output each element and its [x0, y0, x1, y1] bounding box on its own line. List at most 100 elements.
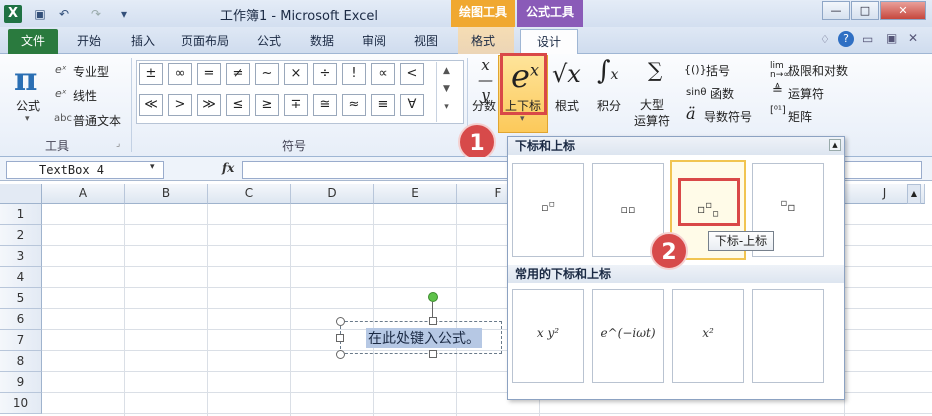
select-all-corner[interactable] — [0, 184, 42, 204]
radical-button[interactable]: 根式 — [555, 97, 579, 114]
row-header[interactable]: 1 — [0, 204, 42, 225]
fraction-button[interactable]: 分数 — [472, 97, 496, 114]
panel-scroll-up[interactable]: ▲ — [829, 139, 841, 151]
matrix-button[interactable]: 矩阵 — [788, 108, 812, 125]
symbol-factorial[interactable]: ! — [342, 63, 366, 85]
symbol-minus-plus[interactable]: ∓ — [284, 94, 308, 116]
help-icon[interactable]: ? — [838, 31, 854, 47]
excel-logo-icon[interactable]: X — [4, 5, 22, 23]
save-icon[interactable]: ▣ — [32, 6, 48, 22]
undo-icon[interactable]: ↶ — [56, 6, 72, 22]
resize-handle[interactable] — [336, 350, 345, 359]
doc-restore-icon[interactable]: ▣ — [886, 31, 897, 45]
symbol-gallery-scroll[interactable]: ▲ ▼ ▾ — [436, 62, 456, 122]
gallery-common-exp[interactable]: e^(−iωt) — [592, 289, 664, 383]
tab-page-layout[interactable]: 页面布局 — [181, 32, 229, 49]
tools-dialog-launcher-icon[interactable]: ⌟ — [116, 139, 120, 149]
column-header[interactable]: A — [42, 184, 125, 204]
sub-sup-highlight-box — [678, 178, 740, 226]
tab-review[interactable]: 审阅 — [362, 32, 386, 49]
row-header[interactable]: 8 — [0, 351, 42, 372]
column-header[interactable]: B — [125, 184, 208, 204]
gallery-common-empty[interactable] — [752, 289, 824, 383]
resize-handle[interactable] — [429, 350, 437, 358]
tab-insert[interactable]: 插入 — [131, 32, 155, 49]
gallery-common-x-squared[interactable]: x² — [672, 289, 744, 383]
symbol-congruent[interactable]: ≅ — [313, 94, 337, 116]
resize-handle[interactable] — [336, 334, 344, 342]
symbol-tilde[interactable]: ~ — [255, 63, 279, 85]
column-header[interactable]: D — [291, 184, 374, 204]
vertical-scroll-up[interactable]: ▲ — [907, 184, 921, 204]
row-header[interactable]: 4 — [0, 267, 42, 288]
symbol-equal[interactable]: = — [197, 63, 221, 85]
symbol-less-than[interactable]: < — [400, 63, 424, 85]
large-operator-button[interactable]: 大型 运算符 — [634, 97, 670, 129]
symbol-divide[interactable]: ÷ — [313, 63, 337, 85]
resize-handle[interactable] — [429, 317, 437, 325]
grid-line — [42, 413, 932, 414]
restore-button[interactable]: □ — [851, 1, 879, 20]
name-box[interactable]: TextBox 4 — [6, 161, 164, 179]
professional-button[interactable]: 专业型 — [73, 63, 109, 80]
symbol-greater-than[interactable]: > — [168, 94, 192, 116]
resize-handle[interactable] — [336, 317, 345, 326]
row-header[interactable]: 2 — [0, 225, 42, 246]
bracket-button[interactable]: 括号 — [706, 62, 730, 79]
symbol-infinity[interactable]: ∞ — [168, 63, 192, 85]
column-header[interactable]: E — [374, 184, 457, 204]
tab-data[interactable]: 数据 — [310, 32, 334, 49]
operator-button[interactable]: 运算符 — [788, 85, 824, 102]
symbol-plus-minus[interactable]: ± — [139, 63, 163, 85]
doc-close-icon[interactable]: ✕ — [908, 31, 918, 45]
name-box-dropdown-icon[interactable]: ▾ — [150, 162, 155, 172]
tab-format[interactable]: 格式 — [471, 32, 495, 49]
integral-icon[interactable]: ∫x — [597, 56, 618, 86]
plain-text-button[interactable]: 普通文本 — [73, 112, 121, 129]
symbol-for-all[interactable]: ∀ — [400, 94, 424, 116]
minimize-button[interactable]: — — [822, 1, 850, 20]
symbol-less-equal[interactable]: ≤ — [226, 94, 250, 116]
row-header[interactable]: 10 — [0, 393, 42, 414]
symbol-proportional[interactable]: ∝ — [371, 63, 395, 85]
symbol-greater-equal[interactable]: ≥ — [255, 94, 279, 116]
rotate-handle[interactable] — [428, 292, 438, 302]
tab-formulas[interactable]: 公式 — [257, 32, 281, 49]
equation-placeholder[interactable]: 在此处键入公式。 — [366, 328, 482, 348]
doc-minimize-icon[interactable]: ▭ — [862, 32, 873, 46]
redo-icon[interactable]: ↷ — [88, 6, 104, 22]
tab-home[interactable]: 开始 — [77, 32, 101, 49]
row-header[interactable]: 3 — [0, 246, 42, 267]
function-button[interactable]: 函数 — [710, 85, 734, 102]
symbol-identical[interactable]: ≡ — [371, 94, 395, 116]
accent-button[interactable]: 导数符号 — [704, 108, 752, 125]
insert-function-icon[interactable]: fx — [222, 161, 234, 175]
minimize-ribbon-icon[interactable]: ♢ — [820, 33, 830, 46]
symbol-not-equal[interactable]: ≠ — [226, 63, 250, 85]
gallery-subscript-tile[interactable]: ▫▫ — [512, 163, 584, 257]
close-button[interactable]: ✕ — [880, 1, 926, 20]
formula-dropdown-icon[interactable]: ▾ — [25, 114, 30, 124]
large-operator-icon[interactable]: ∑ — [648, 58, 662, 82]
tab-design[interactable]: 设计 — [520, 29, 578, 55]
row-header[interactable]: 5 — [0, 288, 42, 309]
row-header[interactable]: 9 — [0, 372, 42, 393]
symbol-times[interactable]: × — [284, 63, 308, 85]
integral-button[interactable]: 积分 — [597, 97, 621, 114]
symbol-much-less[interactable]: ≪ — [139, 94, 163, 116]
script-dropdown-icon[interactable]: ▾ — [520, 114, 525, 124]
pi-icon[interactable]: π — [14, 60, 37, 98]
customize-quick-access-icon[interactable]: ▾ — [116, 6, 132, 22]
symbol-much-greater[interactable]: ≫ — [197, 94, 221, 116]
radical-icon[interactable]: √x — [552, 60, 581, 88]
limit-log-button[interactable]: 极限和对数 — [788, 62, 848, 79]
symbol-approx[interactable]: ≈ — [342, 94, 366, 116]
column-header[interactable]: C — [208, 184, 291, 204]
tab-view[interactable]: 视图 — [414, 32, 438, 49]
row-header[interactable]: 6 — [0, 309, 42, 330]
row-header[interactable]: 7 — [0, 330, 42, 351]
gallery-common-xyz[interactable]: x y² — [512, 289, 584, 383]
formula-button[interactable]: 公式 — [16, 97, 40, 114]
tab-file[interactable]: 文件 — [8, 29, 58, 54]
linear-button[interactable]: 线性 — [73, 87, 97, 104]
